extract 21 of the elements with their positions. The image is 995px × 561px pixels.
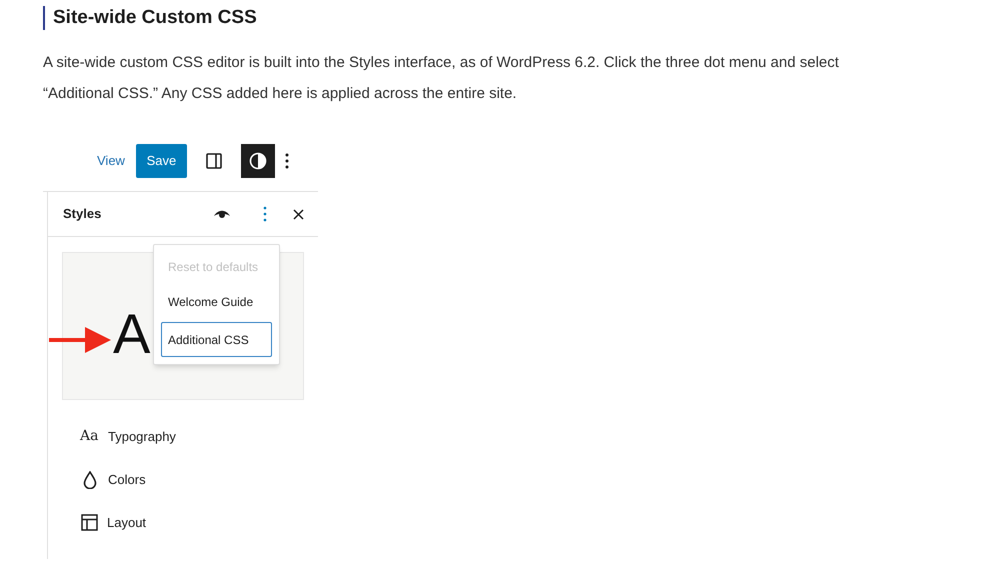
- droplet-icon: [83, 470, 97, 488]
- style-nav-item[interactable]: Colors: [80, 469, 280, 490]
- close-icon[interactable]: [293, 208, 304, 220]
- arrow-annotation: [49, 325, 111, 355]
- typography-icon: Aa: [80, 426, 100, 447]
- more-options-icon[interactable]: [284, 153, 289, 169]
- layout-icon: [81, 514, 98, 531]
- panel-title: Styles: [63, 205, 102, 224]
- style-nav-item[interactable]: Aa Typography: [80, 426, 280, 447]
- panel-icon: [206, 153, 222, 169]
- body-paragraph: A site-wide custom CSS editor is built into the Styles interface, as of WordPress 6.2. Click the three dot menu and select “Additional CSS.” Any CSS added here is applied across the entire site.: [43, 53, 840, 104]
- style-nav-item[interactable]: Layout: [80, 512, 280, 533]
- save-button[interactable]: Save: [136, 144, 187, 178]
- menu-item[interactable]: Welcome Guide: [161, 287, 272, 317]
- eye-icon[interactable]: [213, 209, 231, 219]
- styles-toggle-button[interactable]: [240, 144, 275, 178]
- preview-letter: A: [113, 306, 150, 362]
- menu-item[interactable]: Additional CSS: [161, 322, 272, 357]
- view-link[interactable]: View: [96, 151, 126, 171]
- section-heading: Site-wide Custom CSS: [53, 6, 258, 30]
- contrast-icon: [248, 152, 267, 170]
